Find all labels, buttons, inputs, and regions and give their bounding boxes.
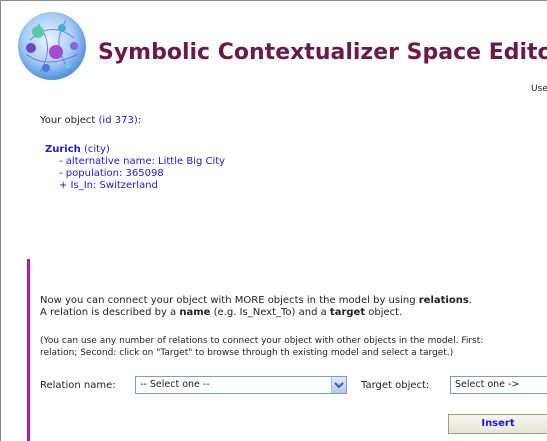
relation-select-value: -- Select one -- bbox=[140, 379, 210, 390]
relation-name-select[interactable]: -- Select one -- bbox=[135, 376, 347, 394]
relations-keyword: relations bbox=[418, 295, 469, 306]
object-type: (city) bbox=[83, 144, 110, 155]
object-heading: Zurich (city) bbox=[45, 144, 110, 156]
relations-desc-mid: (e.g. Is_Next_To) and a bbox=[210, 307, 330, 318]
logo-icon bbox=[18, 12, 86, 80]
relations-desc-text: A relation is described by a bbox=[40, 307, 180, 318]
target-object-select[interactable]: Select one -> bbox=[450, 376, 547, 394]
object-id-link[interactable]: (id 373) bbox=[99, 115, 138, 126]
relation-name-label: Relation name: bbox=[40, 380, 116, 391]
object-property: - alternative name: Little Big City bbox=[59, 156, 226, 167]
your-object-label: Your object bbox=[40, 115, 96, 126]
target-select-value: Select one -> bbox=[455, 379, 520, 390]
relations-hint-line1: (You can use any number of relations to … bbox=[40, 336, 484, 346]
target-object-label: Target object: bbox=[361, 380, 430, 391]
relations-hint-line2: relation; Second: click on "Target" to b… bbox=[40, 348, 454, 358]
relations-intro-text: Now you can connect your object with MOR… bbox=[40, 295, 419, 306]
object-name-link[interactable]: Zurich bbox=[45, 144, 81, 155]
page: Symbolic Contextualizer Space Editor Use… bbox=[0, 0, 547, 441]
object-property[interactable]: + Is_In: Switzerland bbox=[59, 180, 158, 192]
relations-description: A relation is described by a name (e.g. … bbox=[40, 307, 402, 319]
section-accent-bar bbox=[27, 259, 30, 441]
object-property: - population: 365098 bbox=[59, 168, 164, 179]
your-object-line: Your object (id 373): bbox=[40, 115, 141, 127]
relations-intro-end: . bbox=[468, 295, 472, 306]
relations-intro: Now you can connect your object with MOR… bbox=[40, 295, 472, 307]
chevron-down-icon[interactable] bbox=[331, 377, 346, 393]
object-id-suffix: : bbox=[137, 115, 142, 126]
page-title: Symbolic Contextualizer Space Editor bbox=[98, 40, 547, 65]
user-link[interactable]: Use bbox=[531, 84, 547, 94]
relations-desc-target: target bbox=[329, 307, 366, 318]
relations-desc-name: name bbox=[179, 307, 211, 318]
insert-button[interactable]: Insert bbox=[448, 414, 547, 434]
relations-desc-end: object. bbox=[365, 307, 403, 318]
